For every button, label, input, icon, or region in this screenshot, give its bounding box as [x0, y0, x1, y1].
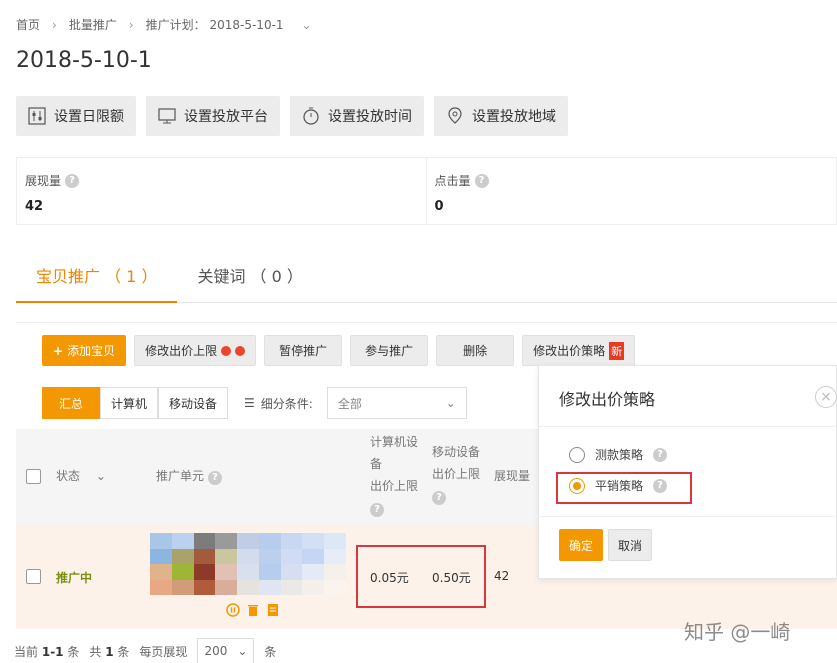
watermark: 知乎 @一崎 [684, 620, 791, 644]
chevron-down-icon: ⌄ [445, 396, 456, 410]
page-title: 2018-5-10-1 [16, 48, 152, 73]
page-size-label: 每页展现 [139, 644, 188, 659]
stats-panel: 展现量 ? 42 点击量 ? 0 [16, 157, 837, 225]
document-icon[interactable] [266, 603, 280, 617]
stat-impressions: 展现量 ? 42 [17, 158, 427, 224]
join-button[interactable]: 参与推广 [350, 335, 429, 366]
stat-clicks: 点击量 ? 0 [427, 158, 836, 224]
plus-icon: + [53, 343, 64, 358]
toolbar: 设置日限额 设置投放平台 设置投放时间 设置投放地域 [16, 96, 568, 136]
modify-bid-strategy-button[interactable]: 修改出价策略 新 [522, 335, 636, 366]
chevron-down-icon: ⌄ [95, 469, 106, 483]
help-icon[interactable]: ? [653, 447, 668, 462]
stat-clicks-label: 点击量 [434, 174, 471, 188]
row-impressions: 42 [494, 569, 510, 583]
add-item-button[interactable]: + 添加宝贝 [42, 335, 127, 366]
stat-clicks-value: 0 [434, 199, 444, 214]
popover-title: 修改出价策略 [559, 390, 656, 409]
alert-icon [221, 345, 232, 356]
filter-select[interactable]: 全部 ⌄ [326, 387, 467, 419]
modify-bid-limit-button[interactable]: 修改出价上限 [134, 335, 257, 366]
stat-impressions-value: 42 [25, 199, 44, 214]
col-mobile-limit: 移动设备 出价上限 ? [432, 445, 481, 505]
bid-strategy-popover: 修改出价策略 × 测款策略 ? 平销策略 ? 确定 取消 [538, 365, 837, 579]
set-daily-limit-label: 设置日限额 [54, 109, 124, 125]
filter-label: 细分条件: [260, 396, 313, 411]
breadcrumb-home[interactable]: 首页 [16, 16, 40, 33]
breadcrumb-batch[interactable]: 批量推广 [69, 16, 117, 33]
set-daily-limit-button[interactable]: 设置日限额 [16, 96, 136, 136]
strategy-option-test[interactable]: 测款策略 ? [569, 446, 668, 463]
segment-mobile[interactable]: 移动设备 [158, 387, 229, 419]
new-badge: 新 [609, 341, 625, 360]
set-platform-button[interactable]: 设置投放平台 [146, 96, 280, 136]
col-unit: 推广单元 ? [156, 465, 222, 487]
help-icon[interactable]: ? [370, 503, 384, 517]
filter-select-value: 全部 [337, 396, 362, 411]
pagination: 当前 1-1 条 共 1 条 每页展现 200 ⌄ 条 [14, 638, 276, 663]
highlight-box [356, 545, 486, 608]
col-impressions: 展现量 [494, 469, 531, 483]
help-icon[interactable]: ? [207, 471, 222, 485]
help-icon[interactable]: ? [432, 491, 446, 505]
action-bar: + 添加宝贝 修改出价上限 暂停推广 参与推广 删除 修改出价策略 新 [42, 335, 636, 366]
select-all-checkbox[interactable] [26, 469, 41, 484]
pause-circle-icon[interactable] [226, 603, 240, 617]
delete-button[interactable]: 删除 [436, 335, 515, 366]
breadcrumb: 首页 › 批量推广 › 推广计划： 2018-5-10-1 ⌄ [16, 16, 312, 33]
segment-summary[interactable]: 汇总 [42, 387, 101, 419]
page-size-select[interactable]: 200 ⌄ [197, 638, 255, 663]
close-icon[interactable]: × [815, 386, 837, 408]
row-checkbox[interactable] [26, 569, 41, 584]
monitor-icon [158, 108, 176, 124]
row-status: 推广中 [56, 571, 93, 585]
tab-items[interactable]: 宝贝推广 （ 1 ） [16, 255, 178, 303]
list-icon: ☰ [244, 396, 255, 410]
col-pc-limit: 计算机设 备 出价上限 ? [370, 435, 419, 517]
device-segment: 汇总 计算机 移动设备 [42, 387, 229, 419]
tab-bar: 宝贝推广 （ 1 ） 关键词 （ 0 ） [16, 255, 837, 303]
chevron-down-icon[interactable]: ⌄ [302, 18, 312, 32]
help-icon[interactable]: ? [65, 173, 80, 188]
alert-icon [235, 345, 246, 356]
trash-icon[interactable] [246, 603, 260, 617]
breadcrumb-plan[interactable]: 推广计划： 2018-5-10-1 [146, 16, 284, 33]
set-region-label: 设置投放地域 [472, 109, 556, 125]
set-region-button[interactable]: 设置投放地域 [434, 96, 568, 136]
filter: ☰ 细分条件: 全部 ⌄ [244, 387, 467, 419]
clock-icon [303, 107, 319, 125]
confirm-button[interactable]: 确定 [559, 529, 603, 561]
row-icons [226, 603, 280, 617]
product-thumbnail[interactable] [150, 533, 346, 595]
col-status[interactable]: 状态 ⌄ [56, 465, 106, 487]
chevron-right-icon: › [52, 17, 57, 32]
help-icon[interactable]: ? [474, 173, 489, 188]
set-time-label: 设置投放时间 [328, 109, 412, 125]
pause-button[interactable]: 暂停推广 [264, 335, 343, 366]
chevron-right-icon: › [128, 17, 134, 32]
stat-impressions-label: 展现量 [25, 174, 62, 188]
set-time-button[interactable]: 设置投放时间 [290, 96, 424, 136]
highlight-box [556, 472, 692, 504]
set-platform-label: 设置投放平台 [184, 109, 268, 125]
segment-pc[interactable]: 计算机 [100, 387, 159, 419]
radio-test[interactable] [569, 446, 585, 463]
sliders-icon [28, 107, 46, 125]
map-pin-icon [448, 107, 462, 124]
cancel-button[interactable]: 取消 [608, 529, 652, 561]
chevron-down-icon: ⌄ [237, 644, 248, 658]
tab-keywords[interactable]: 关键词 （ 0 ） [177, 255, 322, 303]
